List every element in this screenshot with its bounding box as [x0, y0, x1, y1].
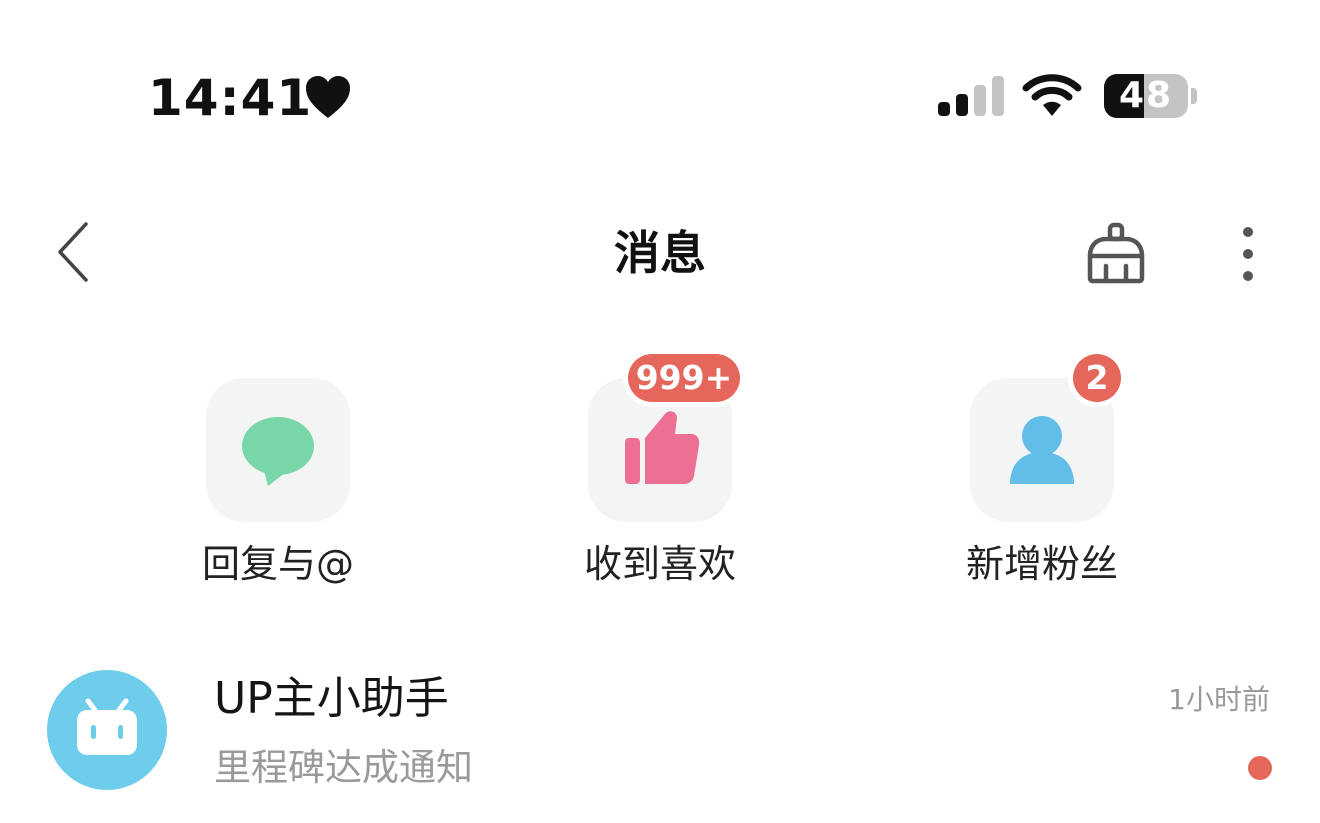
chevron-left-icon — [58, 222, 88, 282]
category-label: 回复与@ — [201, 542, 354, 586]
badge-likes-count: 999+ — [628, 354, 740, 402]
cellular-signal-icon — [938, 76, 1004, 116]
message-item-up-assistant[interactable]: UP主小助手 里程碑达成通知 1小时前 — [0, 650, 1320, 810]
back-button[interactable] — [48, 218, 104, 286]
vertical-ellipsis-icon — [1243, 227, 1253, 281]
speech-bubble-icon — [242, 417, 314, 486]
wifi-icon — [1022, 74, 1082, 116]
more-options-button[interactable] — [1226, 222, 1270, 286]
category-tile — [206, 378, 350, 522]
clean-button[interactable] — [1082, 222, 1150, 286]
battery-cap — [1191, 88, 1197, 104]
battery-icon: 48 — [1104, 74, 1188, 118]
messages-screen: 14:41 48 消息 回复与@ 999+ 收到喜欢 2 新增粉丝 UP主小助手… — [0, 0, 1320, 823]
badge-followers-count: 2 — [1073, 354, 1121, 402]
category-likes-received[interactable]: 999+ 收到喜欢 — [550, 354, 770, 598]
message-preview: 里程碑达成通知 — [214, 746, 473, 789]
category-label: 新增粉丝 — [965, 542, 1118, 586]
category-label: 收到喜欢 — [583, 542, 736, 586]
avatar — [47, 670, 167, 790]
heart-icon — [306, 76, 350, 118]
category-new-followers[interactable]: 2 新增粉丝 — [932, 354, 1152, 598]
page-title: 消息 — [614, 226, 706, 280]
battery-level-text: 48 — [1118, 75, 1174, 116]
status-time: 14:41 — [148, 69, 313, 127]
broom-icon — [1087, 222, 1145, 284]
message-title: UP主小助手 — [214, 673, 449, 724]
category-replies-mentions[interactable]: 回复与@ — [168, 378, 388, 598]
unread-indicator — [1248, 756, 1272, 780]
message-timestamp: 1小时前 — [1168, 683, 1270, 716]
